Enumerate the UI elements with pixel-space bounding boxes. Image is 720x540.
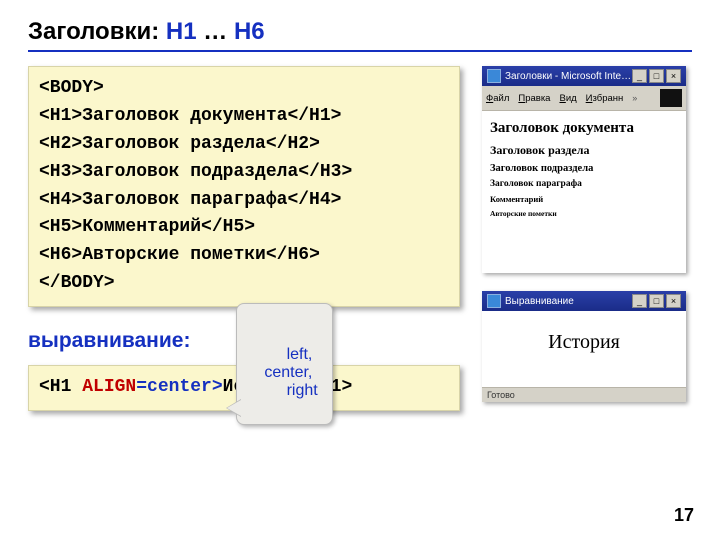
- code-h5-close: </H5>: [201, 217, 255, 237]
- menubar-1: ФФайлайл Правка Вид Избранн »: [482, 86, 686, 111]
- preview-browser-2: Выравнивание _ □ × История Готово: [482, 291, 686, 402]
- code-h4-text: Заголовок параграфа: [82, 190, 287, 210]
- code-h1-close: </H1>: [287, 106, 341, 126]
- app-icon: [487, 294, 501, 308]
- titlebar-2: Выравнивание _ □ ×: [482, 291, 686, 311]
- minimize-icon[interactable]: _: [632, 69, 647, 83]
- maximize-icon[interactable]: □: [649, 69, 664, 83]
- code-h5-text: Комментарий: [82, 217, 201, 237]
- align-label: выравнивание: left, center, right: [28, 329, 460, 353]
- title-h1: H1: [166, 18, 197, 45]
- preview-h6: Авторские пометки: [490, 209, 678, 218]
- statusbar-2: Готово: [482, 387, 686, 402]
- code-h3-close: </H3>: [298, 162, 352, 182]
- preview-1-content: Заголовок документа Заголовок раздела За…: [482, 111, 686, 273]
- minimize-icon[interactable]: _: [632, 294, 647, 308]
- code-h4-open: <H4>: [39, 190, 82, 210]
- title-rule: [28, 50, 692, 52]
- callout-center: center,: [251, 364, 312, 381]
- preview-h3: Заголовок подраздела: [490, 163, 678, 174]
- code-h5-open: <H5>: [39, 217, 82, 237]
- menu-view[interactable]: Вид: [559, 93, 576, 104]
- preview-browser-1: Заголовки - Microsoft Intern… _ □ × ФФай…: [482, 66, 686, 273]
- preview-h4: Заголовок параграфа: [490, 179, 678, 189]
- preview-centered-text: История: [490, 317, 678, 368]
- callout-right: right: [251, 382, 318, 399]
- code-h2-open: <H2>: [39, 134, 82, 154]
- close-icon[interactable]: ×: [666, 69, 681, 83]
- chevron-down-icon[interactable]: »: [632, 93, 637, 103]
- titlebar-1-text: Заголовки - Microsoft Intern…: [505, 71, 632, 82]
- align-open: <H1: [39, 377, 82, 397]
- close-icon[interactable]: ×: [666, 294, 681, 308]
- maximize-icon[interactable]: □: [649, 294, 664, 308]
- code-h6-close: </H6>: [266, 245, 320, 265]
- titlebar-2-text: Выравнивание: [505, 296, 632, 307]
- slide-title: Заголовки: H1 … H6: [28, 18, 692, 46]
- title-text: Заголовки:: [28, 18, 166, 45]
- code-h1-open: <H1>: [39, 106, 82, 126]
- app-icon: [487, 69, 501, 83]
- code-body-open: <BODY>: [39, 78, 104, 98]
- menu-fav[interactable]: Избранн: [586, 93, 624, 104]
- code-body-close: </BODY>: [39, 273, 115, 293]
- title-mid: …: [197, 18, 234, 45]
- code-h2-text: Заголовок раздела: [82, 134, 266, 154]
- align-callout: left, center, right: [236, 303, 333, 425]
- code-h1-text: Заголовок документа: [82, 106, 287, 126]
- title-h6: H6: [234, 18, 265, 45]
- code-h4-close: </H4>: [287, 190, 341, 210]
- callout-left: left,: [287, 346, 313, 363]
- menu-file[interactable]: ФФайлайл: [486, 93, 509, 104]
- main-code-block: <BODY> <H1>Заголовок документа</H1> <H2>…: [28, 66, 460, 307]
- align-attr: ALIGN: [82, 377, 136, 397]
- preview-h5: Комментарий: [490, 194, 678, 204]
- preview-h1: Заголовок документа: [490, 120, 678, 137]
- code-h6-open: <H6>: [39, 245, 82, 265]
- align-eq: =center>: [136, 377, 222, 397]
- preview-h2: Заголовок раздела: [490, 143, 678, 158]
- status-text: Готово: [487, 390, 515, 400]
- code-h6-text: Авторские пометки: [82, 245, 266, 265]
- code-h3-text: Заголовок подраздела: [82, 162, 298, 182]
- ie-logo-icon: [660, 89, 682, 107]
- code-h3-open: <H3>: [39, 162, 82, 182]
- page-number: 17: [674, 505, 694, 526]
- align-label-text: выравнивание:: [28, 329, 190, 352]
- preview-2-content: История: [482, 311, 686, 387]
- code-h2-close: </H2>: [266, 134, 320, 154]
- menu-edit[interactable]: Правка: [518, 93, 550, 104]
- titlebar-1: Заголовки - Microsoft Intern… _ □ ×: [482, 66, 686, 86]
